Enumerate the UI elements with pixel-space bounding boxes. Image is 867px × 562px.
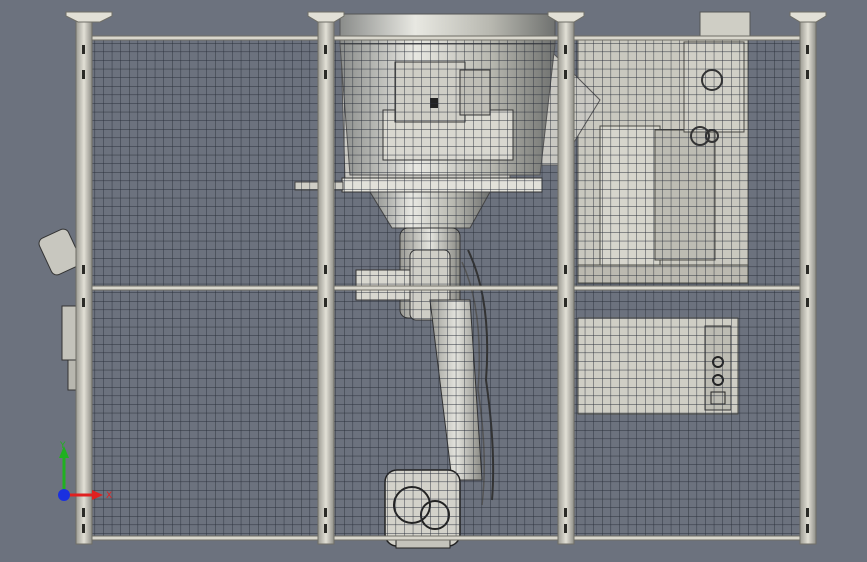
cad-viewport[interactable] — [0, 0, 867, 562]
z-axis-dot — [58, 489, 70, 501]
coordinate-triad[interactable]: Y X — [48, 440, 120, 510]
y-axis-label: Y — [59, 441, 66, 451]
x-axis-label: X — [106, 491, 112, 501]
x-axis-arrow — [92, 490, 103, 500]
